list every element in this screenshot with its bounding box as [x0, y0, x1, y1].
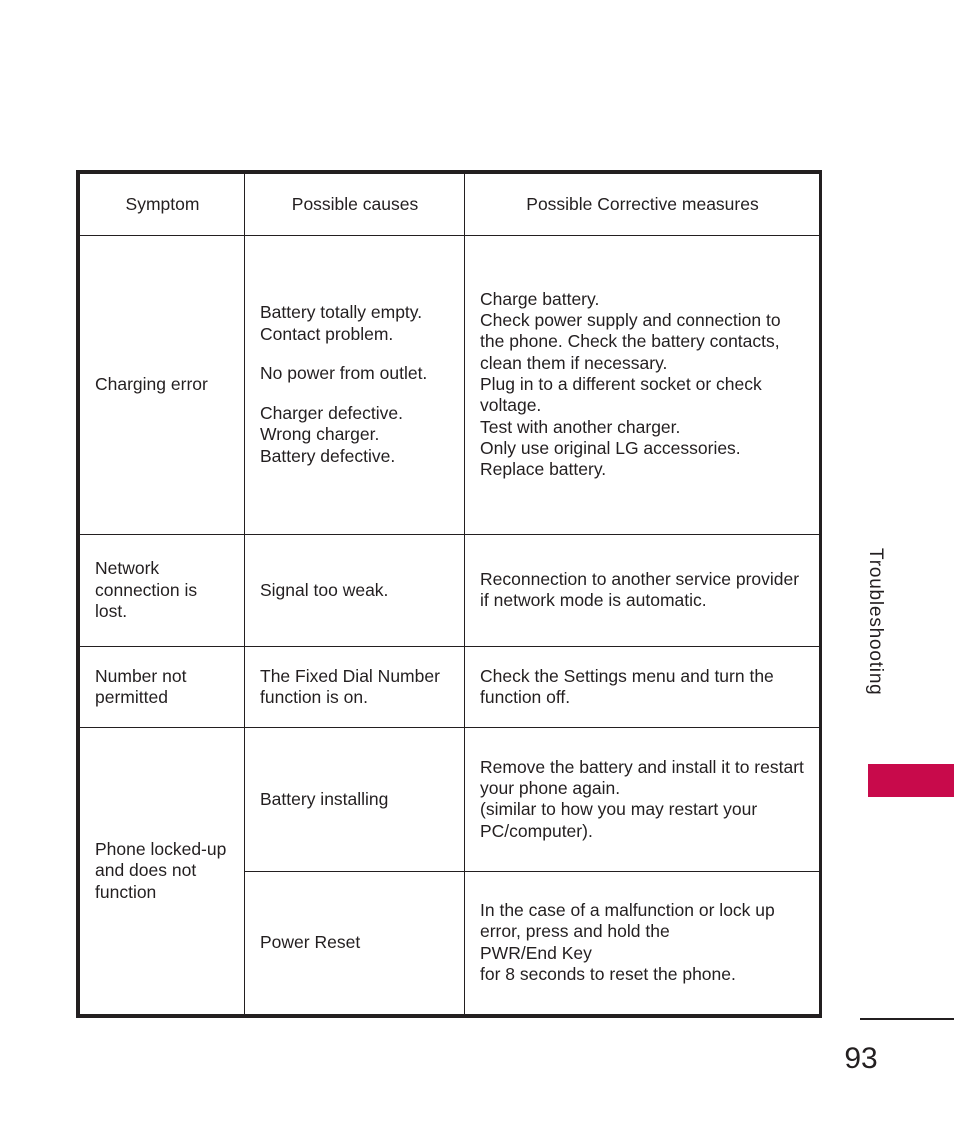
cell-symptom-phone-locked-up: Phone locked-up and does not function — [79, 727, 245, 1015]
cause-line: Battery defective. — [260, 445, 396, 466]
table-row: Network connection is lost. Signal too w… — [79, 533, 820, 647]
measure-line: Test with another charger. — [480, 416, 681, 437]
cell-symptom-number-not-permitted: Number not permitted — [79, 645, 245, 729]
measure-line: Remove the battery and install it to res… — [480, 756, 804, 798]
table-row: Charging error Battery totally empty. Co… — [79, 234, 820, 535]
cell-measures-power-reset: In the case of a malfunction or lock up … — [464, 870, 820, 1016]
section-marker-bar — [868, 764, 954, 797]
cause-line: Wrong charger. — [260, 424, 380, 445]
cell-measures-network-connection-lost: Reconnection to another service provider… — [464, 533, 820, 647]
document-page: Symptom Possible causes Possible Correct… — [0, 0, 954, 1145]
cause-line: Charger defective. — [260, 403, 403, 424]
troubleshooting-table-container: Symptom Possible causes Possible Correct… — [76, 170, 822, 1018]
cell-measures-number-not-permitted: Check the Settings menu and turn the fun… — [464, 645, 820, 729]
measure-line: Plug in to a different socket or check v… — [480, 374, 762, 416]
measure-line: Only use original LG accessories. — [480, 438, 741, 459]
cell-measures-charging-error: Charge battery. Check power supply and c… — [464, 234, 820, 535]
cell-causes-battery-installing: Battery installing — [244, 727, 465, 872]
column-header-possible-causes: Possible causes — [244, 173, 465, 236]
measure-line: Charge battery. — [480, 288, 600, 309]
section-side-tab: Troubleshooting — [858, 548, 892, 758]
page-number: 93 — [844, 1042, 878, 1075]
cell-causes-power-reset: Power Reset — [244, 870, 465, 1016]
footer-divider — [860, 1018, 954, 1020]
cause-line: Battery totally empty. — [260, 302, 423, 323]
measure-line: (similar to how you may restart your PC/… — [480, 799, 758, 841]
measure-line: PWR/End Key — [480, 942, 592, 963]
cell-causes-number-not-permitted: The Fixed Dial Number function is on. — [244, 645, 465, 729]
cell-causes-network-connection-lost: Signal too weak. — [244, 533, 465, 647]
troubleshooting-table: Symptom Possible causes Possible Correct… — [79, 173, 820, 1016]
section-side-tab-label: Troubleshooting — [865, 548, 886, 696]
cell-causes-charging-error: Battery totally empty. Contact problem. … — [244, 234, 465, 535]
measure-line: In the case of a malfunction or lock up … — [480, 900, 775, 942]
measure-line: for 8 seconds to reset the phone. — [480, 964, 736, 985]
cell-symptom-network-connection-lost: Network connection is lost. — [79, 533, 245, 647]
table-row: Phone locked-up and does not function Ba… — [79, 727, 820, 1015]
table-row: Number not permitted The Fixed Dial Numb… — [79, 645, 820, 729]
cell-measures-battery-installing: Remove the battery and install it to res… — [464, 727, 820, 872]
measure-line: Replace battery. — [480, 459, 607, 480]
column-header-symptom: Symptom — [79, 173, 245, 236]
cell-symptom-charging-error: Charging error — [79, 234, 245, 535]
cause-line: Contact problem. — [260, 323, 394, 344]
table-header-row: Symptom Possible causes Possible Correct… — [79, 173, 820, 236]
measure-line: Check power supply and connection to the… — [480, 310, 781, 373]
cause-line: No power from outlet. — [260, 363, 428, 384]
column-header-possible-corrective-measures: Possible Corrective measures — [464, 173, 820, 236]
